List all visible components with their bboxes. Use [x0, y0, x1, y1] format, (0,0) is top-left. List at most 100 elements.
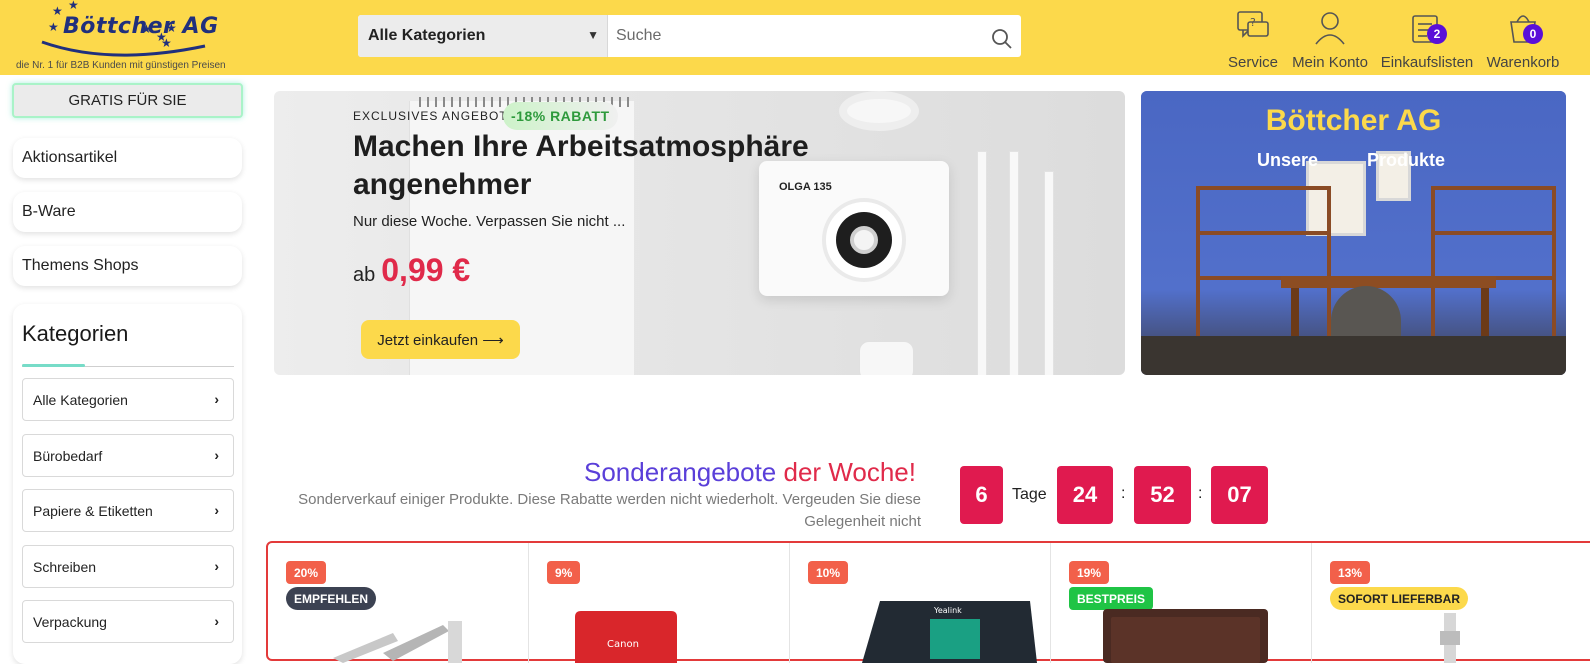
tape-image — [839, 91, 919, 131]
category-item-schreiben[interactable]: Schreiben › — [22, 545, 234, 588]
bookshelf-right — [1431, 186, 1556, 336]
category-label: Alle Kategorien — [33, 391, 128, 408]
countdown-days: 6 — [960, 466, 1003, 524]
product-image-multitool — [333, 621, 462, 663]
logo-swoosh — [41, 40, 206, 57]
nav-account-label: Mein Konto — [1292, 54, 1368, 71]
desk — [1281, 276, 1496, 288]
discount-badge: 20% — [286, 561, 327, 584]
user-icon — [1315, 12, 1345, 45]
nav-service[interactable]: ? Service — [1226, 0, 1280, 75]
search-category-select[interactable]: Alle Kategorien ▼ — [358, 15, 608, 57]
discount-badge: 19% — [1069, 561, 1110, 584]
discount-badge: 13% — [1330, 561, 1371, 584]
category-label: Papiere & Etiketten — [33, 502, 153, 519]
hero-price: ab 0,99 € — [353, 252, 470, 289]
product-image-tool — [1440, 613, 1460, 663]
gratis-button[interactable]: GRATIS FÜR SIE — [12, 83, 243, 118]
product-image-leather-folder — [1103, 609, 1268, 663]
search-icon[interactable] — [990, 27, 1014, 51]
shelf-board — [1196, 231, 1331, 235]
category-item-papiere[interactable]: Papiere & Etiketten › — [22, 489, 234, 532]
bookshelf-left — [1196, 186, 1331, 336]
cart-icon-wrap: 0 — [1503, 8, 1543, 48]
nav-account[interactable]: Mein Konto — [1292, 0, 1368, 75]
countdown-days-label: Tage — [1012, 486, 1047, 503]
countdown-seconds: 07 — [1211, 466, 1268, 524]
chevron-right-icon: › — [214, 613, 219, 629]
discount-badge: 9% — [547, 561, 581, 584]
chevron-right-icon: › — [214, 558, 219, 574]
promo-subtitle-left: Unsere — [1257, 150, 1319, 170]
product-card[interactable]: 20% EMPFEHLEN — [268, 543, 529, 663]
product-image-yealink-phone: Yealink — [862, 601, 1037, 663]
sidebar-link-themens-shops[interactable]: Themens Shops — [13, 246, 242, 286]
nav-cart[interactable]: 0 Warenkorb — [1487, 0, 1559, 75]
price-amount: 0,99 € — [381, 252, 471, 288]
categories-title: Kategorien — [22, 321, 129, 346]
category-label: Bürobedarf — [33, 447, 103, 464]
earbuds-case-image — [859, 341, 914, 375]
product-brand: Canon — [607, 639, 639, 650]
logo-title: Böttcher AG — [63, 14, 219, 39]
shop-now-button[interactable]: Jetzt einkaufen ⟶ — [361, 320, 520, 359]
star-icon: ★ — [48, 20, 59, 34]
pencil-image — [977, 151, 987, 375]
promo-subtitle-right: Produkte — [1367, 150, 1446, 170]
category-item-buerobedarf[interactable]: Bürobedarf › — [22, 434, 234, 477]
nav-cart-label: Warenkorb — [1486, 54, 1560, 71]
in-stock-tag: SOFORT LIEFERBAR — [1330, 587, 1468, 610]
category-item-alle[interactable]: Alle Kategorien › — [22, 378, 234, 421]
product-card[interactable]: 9% Canon — [529, 543, 790, 663]
logo[interactable]: ★ ★ ★ ★ ★ ★ ★ Böttcher AG die Nr. 1 für … — [8, 0, 253, 75]
product-image-canon-ink: Canon — [575, 611, 677, 663]
hero-eyebrow: EXCLUSIVES ANGEBOT — [353, 109, 508, 123]
sidebar-link-b-ware[interactable]: B-Ware — [13, 192, 242, 232]
desk-leg — [1481, 288, 1489, 343]
recommend-tag: EMPFEHLEN — [286, 587, 377, 610]
chevron-right-icon: › — [214, 502, 219, 518]
star-icon: ★ — [52, 4, 63, 18]
shelf-board — [1431, 231, 1556, 235]
search-input[interactable] — [608, 15, 1021, 57]
product-card[interactable]: 19% BESTPREIS — [1051, 543, 1312, 663]
category-item-verpackung[interactable]: Verpackung › — [22, 600, 234, 643]
nav-shopping-lists[interactable]: 2 Einkaufslisten — [1381, 0, 1473, 75]
product-carousel: 20% EMPFEHLEN 9% Canon 10% Yealink 19% B… — [266, 541, 1590, 663]
service-chat-icon: ? — [1237, 11, 1269, 38]
search-category-value: Alle Kategorien — [368, 27, 486, 44]
chevron-right-icon: › — [214, 447, 219, 463]
countdown-minutes: 52 — [1134, 466, 1191, 524]
camera-lens-core — [850, 226, 878, 254]
cart-badge: 0 — [1523, 24, 1543, 44]
discount-badge: 10% — [808, 561, 849, 584]
chevron-right-icon: › — [214, 391, 219, 407]
divider-accent — [22, 364, 85, 367]
promo-title: Böttcher AG — [1265, 104, 1442, 137]
floor — [1141, 336, 1566, 375]
countdown-separator: : — [1198, 485, 1203, 502]
pen-image — [1044, 171, 1054, 375]
countdown-separator: : — [1121, 485, 1126, 502]
pencil-image — [1009, 151, 1019, 375]
category-label: Schreiben — [33, 558, 97, 575]
desk-leg — [1291, 288, 1299, 343]
special-offers-title: Sonderangebote der Woche! — [500, 457, 916, 488]
special-offers-title-part1: Sonderangebote — [583, 457, 777, 487]
hero-discount-badge: -18% RABATT — [503, 102, 618, 130]
sidebar-link-aktionsartikel[interactable]: Aktionsartikel — [13, 138, 242, 178]
search-bar: Alle Kategorien ▼ — [358, 15, 1021, 57]
site-header: ★ ★ ★ ★ ★ ★ ★ Böttcher AG die Nr. 1 für … — [0, 0, 1590, 75]
hero-subtitle: Nur diese Woche. Verpassen Sie nicht ... — [353, 213, 626, 230]
product-card[interactable]: 13% SOFORT LIEFERBAR — [1312, 543, 1590, 663]
logo-tagline: die Nr. 1 für B2B Kunden mit günstigen P… — [16, 60, 226, 71]
product-card[interactable]: 10% Yealink — [790, 543, 1051, 663]
price-prefix: ab — [353, 264, 376, 286]
special-offers-description: Sonderverkauf einiger Produkte. Diese Ra… — [298, 491, 921, 530]
list-icon-wrap: 2 — [1407, 8, 1447, 48]
categories-panel: Kategorien Alle Kategorien › Bürobedarf … — [13, 304, 242, 664]
svg-text:?: ? — [1250, 16, 1256, 29]
nav-service-label: Service — [1227, 54, 1279, 71]
lists-badge: 2 — [1427, 24, 1447, 44]
hero-title: Machen Ihre Arbeitsatmosphäre angenehmer — [353, 130, 809, 201]
